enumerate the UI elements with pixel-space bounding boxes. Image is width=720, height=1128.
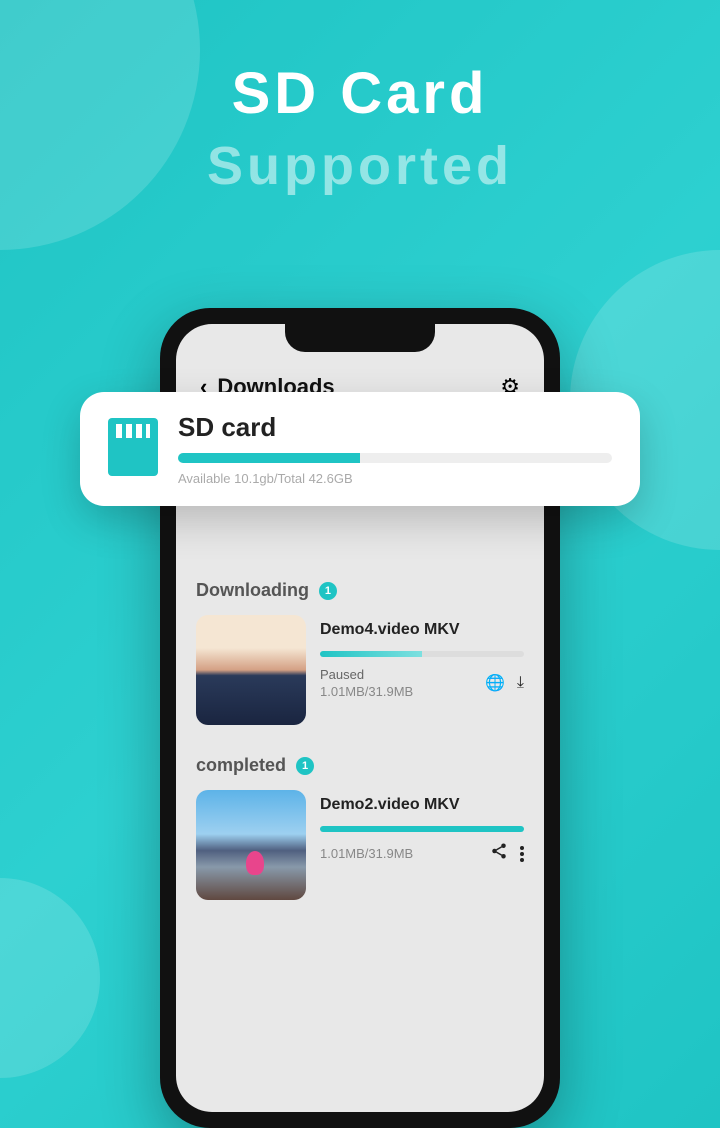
storage-fill bbox=[178, 453, 360, 463]
item-title: Demo2.video MKV bbox=[320, 796, 524, 814]
progress-bar bbox=[320, 826, 524, 832]
downloading-section: Downloading 1 Demo4.video MKV Paused 1.0… bbox=[196, 580, 524, 725]
more-icon[interactable] bbox=[520, 846, 524, 862]
hero-line-2: Supported bbox=[0, 135, 720, 197]
sd-card-banner[interactable]: SD card Available 10.1gb/Total 42.6GB bbox=[80, 392, 640, 506]
item-status: Paused bbox=[320, 667, 413, 682]
item-footer: 1.01MB/31.9MB bbox=[320, 842, 524, 865]
background-decoration bbox=[0, 878, 100, 1078]
hero-title: SD Card Supported bbox=[0, 0, 720, 197]
video-thumbnail bbox=[196, 615, 306, 725]
progress-fill bbox=[320, 651, 422, 657]
item-title: Demo4.video MKV bbox=[320, 621, 524, 639]
section-title: Downloading bbox=[196, 580, 309, 601]
section-header: completed 1 bbox=[196, 755, 524, 776]
progress-bar bbox=[320, 651, 524, 657]
item-meta-group: Paused 1.01MB/31.9MB bbox=[320, 667, 413, 699]
video-thumbnail bbox=[196, 790, 306, 900]
storage-bar bbox=[178, 453, 612, 463]
count-badge: 1 bbox=[319, 582, 337, 600]
sd-card-icon bbox=[108, 418, 158, 476]
item-actions: 🌐 ⤓ bbox=[485, 673, 524, 693]
count-badge: 1 bbox=[296, 757, 314, 775]
phone-notch bbox=[285, 324, 435, 352]
item-info: Demo2.video MKV 1.01MB/31.9MB bbox=[320, 790, 524, 900]
item-info: Demo4.video MKV Paused 1.01MB/31.9MB 🌐 ⤓ bbox=[320, 615, 524, 725]
sd-content: SD card Available 10.1gb/Total 42.6GB bbox=[178, 412, 612, 486]
sd-title: SD card bbox=[178, 412, 612, 443]
item-size: 1.01MB/31.9MB bbox=[320, 684, 413, 699]
globe-icon[interactable]: 🌐 bbox=[485, 673, 505, 693]
item-size: 1.01MB/31.9MB bbox=[320, 846, 413, 861]
share-icon[interactable] bbox=[490, 842, 508, 865]
completed-section: completed 1 Demo2.video MKV 1.01MB/31.9M… bbox=[196, 755, 524, 900]
hero-line-1: SD Card bbox=[0, 60, 720, 127]
item-actions bbox=[490, 842, 524, 865]
download-item[interactable]: Demo2.video MKV 1.01MB/31.9MB bbox=[196, 790, 524, 900]
download-icon[interactable]: ⤓ bbox=[517, 674, 524, 692]
section-title: completed bbox=[196, 755, 286, 776]
section-header: Downloading 1 bbox=[196, 580, 524, 601]
item-footer: Paused 1.01MB/31.9MB 🌐 ⤓ bbox=[320, 667, 524, 699]
progress-fill bbox=[320, 826, 524, 832]
download-item[interactable]: Demo4.video MKV Paused 1.01MB/31.9MB 🌐 ⤓ bbox=[196, 615, 524, 725]
storage-stats: Available 10.1gb/Total 42.6GB bbox=[178, 471, 612, 486]
